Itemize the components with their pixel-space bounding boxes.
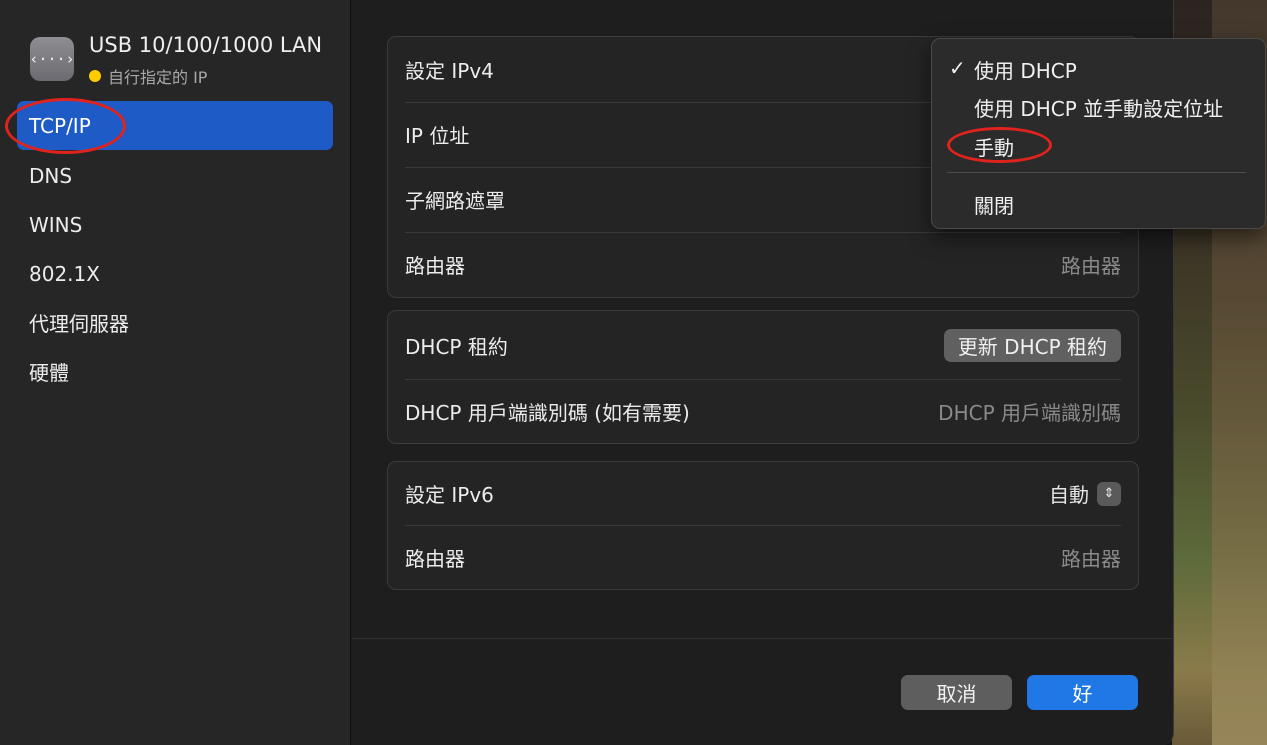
ipv6-router-field[interactable]: 路由器 bbox=[1061, 543, 1121, 572]
configure-ipv6-label: 設定 IPv6 bbox=[405, 483, 494, 507]
cancel-button[interactable]: 取消 bbox=[901, 675, 1012, 710]
menu-item-off[interactable]: 關閉 bbox=[974, 190, 1014, 219]
chevron-up-down-icon[interactable]: ⇕ bbox=[1097, 481, 1121, 506]
menu-item-dhcp-manual-address[interactable]: 使用 DHCP 並手動設定位址 bbox=[974, 93, 1223, 122]
footer-divider bbox=[352, 638, 1172, 639]
sidebar-item-tcpip[interactable]: TCP/IP bbox=[17, 101, 333, 150]
ipv6-router-row[interactable]: 路由器 路由器 bbox=[388, 525, 1138, 589]
sidebar-item-8021x[interactable]: 802.1X bbox=[17, 249, 333, 298]
sidebar-item-dns[interactable]: DNS bbox=[17, 151, 333, 200]
sidebar-item-label: 代理伺服器 bbox=[29, 312, 129, 336]
menu-item-manual[interactable]: 手動 bbox=[974, 132, 1014, 161]
configure-ipv6-row[interactable]: 設定 IPv6 自動 ⇕ bbox=[388, 462, 1138, 525]
sidebar-item-proxies[interactable]: 代理伺服器 bbox=[17, 298, 333, 347]
menu-divider bbox=[947, 172, 1246, 173]
sidebar-item-label: 硬體 bbox=[29, 361, 69, 385]
sidebar-item-wins[interactable]: WINS bbox=[17, 200, 333, 249]
sidebar-item-hardware[interactable]: 硬體 bbox=[17, 347, 333, 396]
dhcp-client-id-row[interactable]: DHCP 用戶端識別碼 (如有需要) DHCP 用戶端識別碼 bbox=[388, 379, 1138, 443]
configure-ipv6-value[interactable]: 自動 bbox=[1049, 479, 1089, 508]
ipv6-group: 設定 IPv6 自動 ⇕ 路由器 路由器 bbox=[387, 461, 1139, 590]
router-row[interactable]: 路由器 路由器 bbox=[388, 232, 1138, 297]
sidebar-item-label: TCP/IP bbox=[29, 113, 91, 138]
sidebar: ‹···› USB 10/100/1000 LAN 自行指定的 IP TCP/I… bbox=[0, 0, 351, 745]
dhcp-group: DHCP 租約 更新 DHCP 租約 DHCP 用戶端識別碼 (如有需要) DH… bbox=[387, 310, 1139, 444]
interface-status: 自行指定的 IP bbox=[89, 64, 207, 88]
interface-name: USB 10/100/1000 LAN bbox=[89, 33, 323, 57]
network-interface-icon: ‹···› bbox=[29, 37, 75, 81]
interface-status-text: 自行指定的 IP bbox=[108, 68, 208, 87]
menu-item-use-dhcp[interactable]: 使用 DHCP bbox=[974, 55, 1077, 84]
configure-ipv4-popup-menu: ✓ 使用 DHCP 使用 DHCP 並手動設定位址 手動 關閉 bbox=[931, 38, 1266, 229]
renew-dhcp-lease-button[interactable]: 更新 DHCP 租約 bbox=[943, 328, 1121, 362]
ipv6-router-label: 路由器 bbox=[405, 546, 465, 571]
router-label: 路由器 bbox=[405, 254, 465, 278]
router-field[interactable]: 路由器 bbox=[1061, 250, 1121, 279]
sidebar-item-label: WINS bbox=[29, 212, 83, 237]
dhcp-client-id-field[interactable]: DHCP 用戶端識別碼 bbox=[938, 397, 1121, 426]
dhcp-lease-label: DHCP 租約 bbox=[405, 334, 508, 359]
ok-button[interactable]: 好 bbox=[1027, 675, 1138, 710]
dhcp-lease-row: DHCP 租約 更新 DHCP 租約 bbox=[388, 311, 1138, 379]
dhcp-client-id-label: DHCP 用戶端識別碼 (如有需要) bbox=[405, 400, 690, 425]
checkmark-icon: ✓ bbox=[949, 56, 966, 80]
status-dot-icon bbox=[89, 70, 101, 82]
sidebar-item-label: 802.1X bbox=[29, 261, 100, 286]
sidebar-item-label: DNS bbox=[29, 163, 73, 188]
